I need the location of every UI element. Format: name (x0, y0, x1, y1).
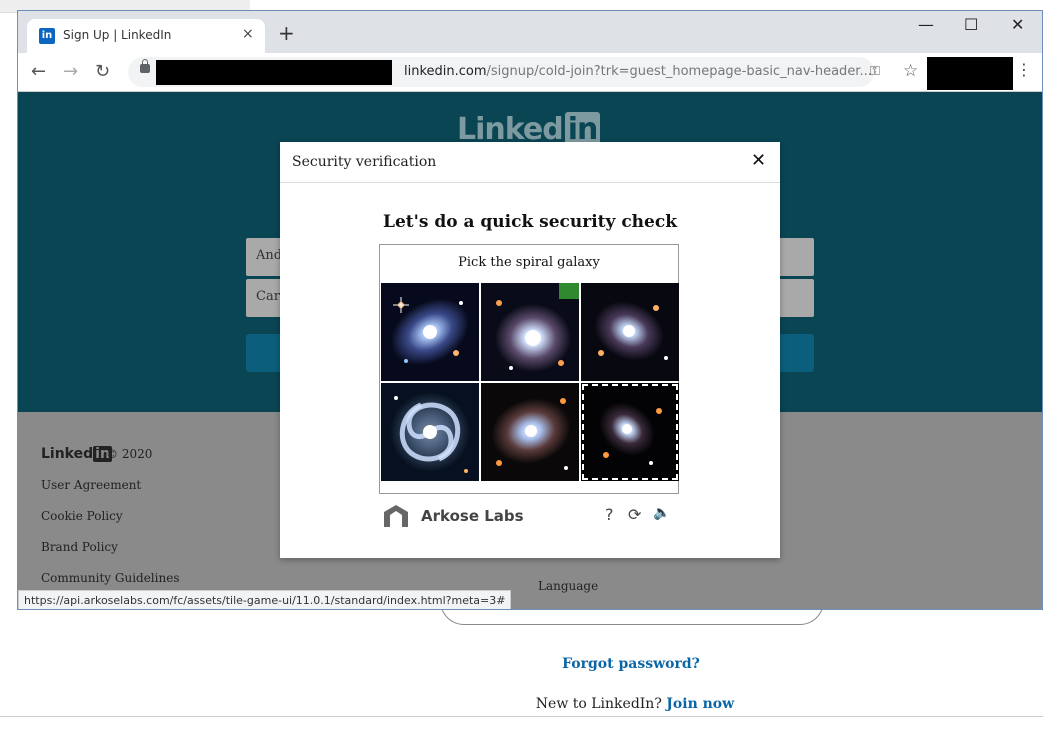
minimize-icon[interactable]: — (918, 15, 934, 34)
audio-icon[interactable]: 🔈 (653, 505, 670, 521)
arkose-footer: Arkose Labs ? ⟳ 🔈 (383, 502, 683, 532)
redacted-profile-block (927, 57, 1013, 90)
forward-arrow-icon[interactable]: → (63, 61, 78, 82)
footer-language[interactable]: Language (538, 579, 598, 593)
footer-logo: Linked in (41, 446, 112, 462)
tile-grid (381, 283, 679, 483)
forgot-password-link[interactable]: Forgot password? (560, 656, 702, 672)
tab-title: Sign Up | LinkedIn (63, 28, 172, 42)
close-icon[interactable]: ✕ (751, 150, 766, 171)
linkedin-favicon-icon: in (39, 28, 55, 44)
galaxy-image (481, 283, 579, 381)
galaxy-image (581, 383, 679, 481)
security-verification-modal: Security verification ✕ Let's do a quick… (280, 142, 780, 558)
maximize-icon[interactable]: ☐ (964, 15, 978, 34)
new-to-linkedin-text: New to LinkedIn? Join now (520, 696, 750, 712)
galaxy-tile[interactable] (381, 283, 479, 381)
spiral-galaxy-image (381, 383, 479, 481)
lock-icon (140, 59, 150, 73)
kebab-menu-icon[interactable]: ⋮ (1016, 60, 1032, 79)
footer-link-brand-policy[interactable]: Brand Policy (41, 540, 118, 554)
modal-heading: Let's do a quick security check (383, 212, 677, 232)
url-text: linkedin.com/signup/cold-join?trk=guest_… (404, 64, 872, 79)
galaxy-tile[interactable] (481, 383, 579, 481)
galaxy-tile[interactable] (581, 283, 679, 381)
galaxy-tile-selected[interactable] (581, 383, 679, 481)
footer-link-cookie-policy[interactable]: Cookie Policy (41, 509, 123, 523)
reload-icon[interactable]: ↻ (95, 61, 110, 82)
refresh-icon[interactable]: ⟳ (628, 505, 641, 524)
redacted-block (156, 60, 392, 85)
galaxy-image (481, 383, 579, 481)
tab-bar: in Sign Up | LinkedIn × + — ☐ ✕ (18, 11, 1042, 53)
modal-header: Security verification ✕ (280, 142, 780, 183)
footer-link-community-guidelines[interactable]: Community Guidelines (41, 571, 179, 585)
footer-logo-word: Linked (41, 446, 94, 462)
browser-toolbar: ← → ↻ linkedin.com/signup/cold-join?trk=… (18, 53, 1042, 92)
join-now-link[interactable]: Join now (666, 696, 734, 712)
help-icon[interactable]: ? (605, 505, 614, 524)
url-path: /signup/cold-join?trk=guest_homepage-bas… (486, 64, 872, 79)
galaxy-tile[interactable] (481, 283, 579, 381)
tab-close-icon[interactable]: × (242, 26, 254, 42)
arkose-labs-label: Arkose Labs (421, 507, 524, 525)
galaxy-image (581, 283, 679, 381)
window-close-icon[interactable]: ✕ (1011, 15, 1024, 34)
tab-signup[interactable]: in Sign Up | LinkedIn × (27, 19, 265, 53)
footer-copyright: © 2020 (106, 447, 153, 461)
star-icon[interactable]: ☆ (903, 61, 918, 81)
back-arrow-icon[interactable]: ← (31, 61, 46, 82)
challenge-prompt: Pick the spiral galaxy (458, 255, 600, 270)
status-bar-url: https://api.arkoselabs.com/fc/assets/til… (18, 590, 512, 609)
key-icon[interactable]: ⚿ (870, 64, 880, 79)
spiral-galaxy-tile[interactable] (381, 383, 479, 481)
divider (0, 716, 1043, 717)
address-bar[interactable]: linkedin.com/signup/cold-join?trk=guest_… (128, 57, 918, 87)
captcha-challenge: Pick the spiral galaxy (379, 244, 679, 494)
galaxy-image (381, 283, 479, 381)
footer-link-user-agreement[interactable]: User Agreement (41, 478, 141, 492)
arkose-logo-icon (384, 505, 408, 527)
modal-title: Security verification (292, 154, 437, 170)
new-tab-button[interactable]: + (278, 23, 295, 43)
url-host: linkedin.com (404, 64, 487, 79)
new-to-linkedin-label: New to LinkedIn? (535, 696, 662, 712)
